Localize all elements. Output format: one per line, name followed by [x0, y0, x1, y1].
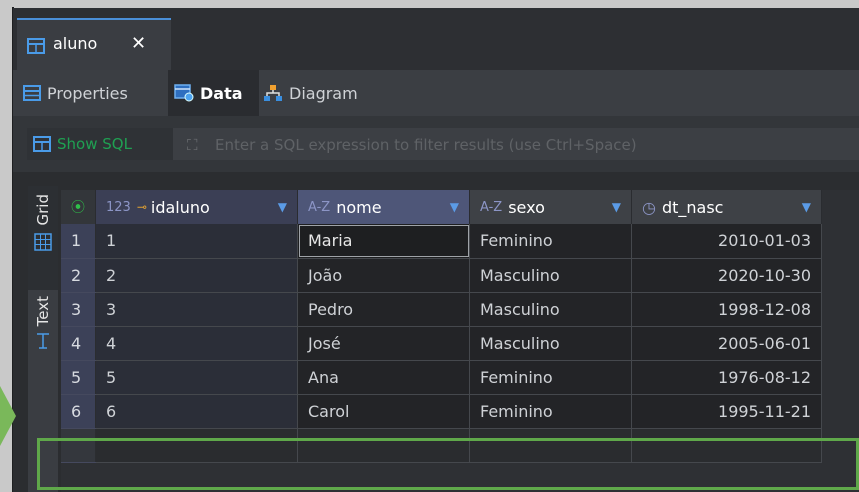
text-icon [35, 332, 51, 350]
grid-icon [34, 233, 52, 252]
row-number[interactable]: 4 [61, 326, 96, 361]
row-number[interactable]: 1 [61, 224, 96, 259]
close-icon[interactable]: ✕ [131, 33, 146, 54]
cell-idaluno[interactable]: 4 [95, 326, 298, 361]
cell-idaluno[interactable]: 6 [95, 394, 298, 429]
select-all-header[interactable]: ⦿ [61, 190, 96, 224]
editor-tab-strip: aluno ✕ [13, 8, 859, 70]
column-header-nome[interactable]: A-Z nome ▼ [297, 190, 470, 224]
cell-sexo[interactable]: Masculino [469, 292, 632, 327]
sql-table-icon [33, 136, 51, 152]
cell-dt-nasc[interactable]: 1976-08-12 [631, 360, 822, 395]
table-row[interactable]: 2 2 João Masculino 2020-10-30 [61, 258, 822, 293]
cell-sexo[interactable]: Feminino [469, 394, 632, 429]
data-icon [174, 84, 194, 102]
cell-dt-nasc[interactable]: 1998-12-08 [631, 292, 822, 327]
column-label: sexo [508, 197, 545, 217]
tab-properties-label: Properties [47, 83, 128, 103]
tab-grid-label: Grid [34, 194, 52, 226]
table-row[interactable]: 5 5 Ana Feminino 1976-08-12 [61, 360, 822, 395]
cell-idaluno[interactable]: 2 [95, 258, 298, 293]
column-header-sexo[interactable]: A-Z sexo ▼ [469, 190, 632, 224]
tab-data[interactable]: Data [168, 70, 259, 116]
column-label: dt_nasc [661, 197, 724, 217]
row-number[interactable]: 2 [61, 258, 96, 293]
column-header-idaluno[interactable]: 123 ⊸ idaluno ▼ [95, 190, 298, 224]
text-type-icon: A-Z [480, 199, 503, 215]
filter-container: Show SQL ⛶ [27, 128, 859, 160]
cell-sexo[interactable]: Masculino [469, 258, 632, 293]
cell-idaluno[interactable]: 1 [95, 224, 298, 259]
highlight-arrow [0, 386, 16, 446]
row-number[interactable]: 3 [61, 292, 96, 327]
sub-tabs: Properties Data Diagram [13, 70, 859, 116]
clock-type-icon: ◷ [642, 197, 656, 217]
tab-data-label: Data [200, 83, 243, 103]
tab-properties[interactable]: Properties [23, 70, 168, 116]
tab-diagram-label: Diagram [289, 83, 358, 103]
table-row[interactable]: 3 3 Pedro Masculino 1998-12-08 [61, 292, 822, 327]
column-label: nome [336, 197, 382, 217]
cell-nome[interactable]: Carol [297, 394, 470, 429]
cell-dt-nasc[interactable]: 2005-06-01 [631, 326, 822, 361]
tab-text[interactable]: Text [28, 296, 58, 386]
select-all-icon: ⦿ [71, 200, 85, 216]
expand-icon[interactable]: ⛶ [187, 136, 198, 154]
cell-dt-nasc[interactable]: 1995-11-21 [631, 394, 822, 429]
cell-idaluno[interactable]: 5 [95, 360, 298, 395]
cell-sexo[interactable]: Feminino [469, 224, 632, 259]
header-row: ⦿ 123 ⊸ idaluno ▼ A-Z nome ▼ A-Z sexo ▼ … [61, 190, 822, 224]
row-number[interactable]: 5 [61, 360, 96, 395]
editor-tab-label: aluno [53, 34, 98, 53]
editor-tab-aluno[interactable]: aluno ✕ [17, 18, 171, 70]
show-sql-label: Show SQL [57, 135, 132, 153]
editor-window: aluno ✕ Properties Data Diagram Show SQL… [13, 8, 859, 492]
sort-filter-icon[interactable]: ▼ [278, 200, 287, 214]
column-label: idaluno [150, 197, 210, 217]
cell-sexo[interactable]: Masculino [469, 326, 632, 361]
numeric-type-icon: 123 [106, 199, 131, 215]
cell-idaluno[interactable]: 3 [95, 292, 298, 327]
diagram-icon [263, 84, 283, 102]
key-icon: ⊸ [136, 200, 147, 214]
table-row[interactable]: 1 1 Maria Feminino 2010-01-03 [61, 224, 822, 259]
sort-filter-icon[interactable]: ▼ [612, 200, 621, 214]
cell-dt-nasc[interactable]: 2020-10-30 [631, 258, 822, 293]
cell-nome[interactable]: João [297, 258, 470, 293]
cell-nome[interactable]: José [297, 326, 470, 361]
table-icon [27, 38, 45, 58]
highlight-box [37, 438, 859, 490]
tab-diagram[interactable]: Diagram [263, 70, 383, 116]
table-row[interactable]: 6 6 Carol Feminino 1995-11-21 [61, 394, 822, 429]
cell-dt-nasc[interactable]: 2010-01-03 [631, 224, 822, 259]
table-row[interactable]: 4 4 José Masculino 2005-06-01 [61, 326, 822, 361]
cell-nome[interactable]: Ana [297, 360, 470, 395]
tab-grid[interactable]: Grid [28, 186, 58, 290]
cell-nome[interactable]: Pedro [297, 292, 470, 327]
properties-icon [23, 85, 41, 101]
filter-input[interactable] [213, 131, 857, 159]
row-number[interactable]: 6 [61, 394, 96, 429]
column-header-dt-nasc[interactable]: ◷ dt_nasc ▼ [631, 190, 822, 224]
cell-nome[interactable]: Maria [297, 224, 470, 259]
tab-text-label: Text [34, 296, 52, 327]
cell-sexo[interactable]: Feminino [469, 360, 632, 395]
show-sql-button[interactable]: Show SQL [27, 128, 173, 160]
sort-filter-icon[interactable]: ▼ [450, 200, 459, 214]
filter-bar: Show SQL ⛶ [13, 116, 859, 172]
sort-filter-icon[interactable]: ▼ [802, 200, 811, 214]
text-type-icon: A-Z [308, 199, 331, 215]
